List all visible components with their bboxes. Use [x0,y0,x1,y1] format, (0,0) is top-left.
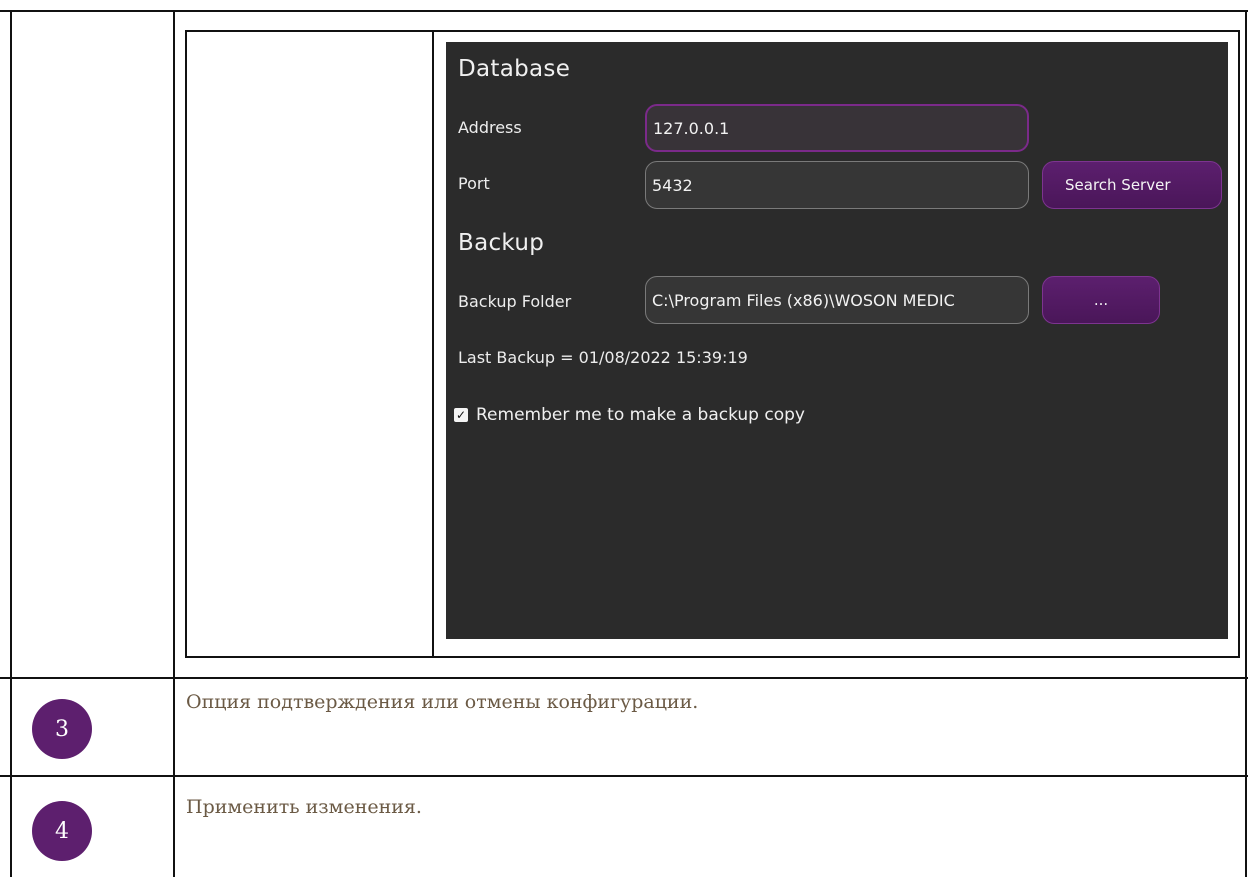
port-input-value: 5432 [652,175,693,195]
table-left-border [10,10,12,877]
step-description-3: Опция подтверждения или отмены конфигура… [186,691,699,713]
table-column-divider [173,10,175,877]
remember-backup-checkbox[interactable]: ✓ [454,408,468,422]
browse-folder-button-label: ... [1093,291,1109,309]
address-input-value: 127.0.0.1 [653,118,730,138]
remember-backup-option[interactable]: ✓ Remember me to make a backup copy [454,405,805,425]
port-label: Port [458,174,490,193]
backup-folder-input[interactable]: C:\Program Files (x86)\WOSON MEDIC [645,276,1029,324]
backup-folder-input-value: C:\Program Files (x86)\WOSON MEDIC [652,290,955,310]
step-description-4: Применить изменения. [186,796,422,818]
browse-folder-button[interactable]: ... [1042,276,1160,324]
address-input[interactable]: 127.0.0.1 [645,104,1029,152]
screenshot-frame-divider [432,30,434,658]
step-number-3: 3 [32,699,92,759]
database-section-title: Database [458,56,571,82]
search-server-button[interactable]: Search Server [1042,161,1222,209]
port-input[interactable]: 5432 [645,161,1029,209]
table-row-divider-1 [0,677,1248,679]
table-top-border [0,10,1248,12]
last-backup-text: Last Backup = 01/08/2022 15:39:19 [458,348,748,367]
settings-panel: Database Address 127.0.0.1 Port 5432 Sea… [446,42,1228,639]
table-right-border [1245,10,1247,877]
address-label: Address [458,118,522,137]
search-server-button-label: Search Server [1065,176,1171,194]
table-row-divider-2 [0,775,1248,777]
backup-section-title: Backup [458,230,545,256]
step-number-4: 4 [32,801,92,861]
document-table: Database Address 127.0.0.1 Port 5432 Sea… [0,0,1248,877]
backup-folder-label: Backup Folder [458,292,572,311]
remember-backup-label: Remember me to make a backup copy [476,405,805,425]
